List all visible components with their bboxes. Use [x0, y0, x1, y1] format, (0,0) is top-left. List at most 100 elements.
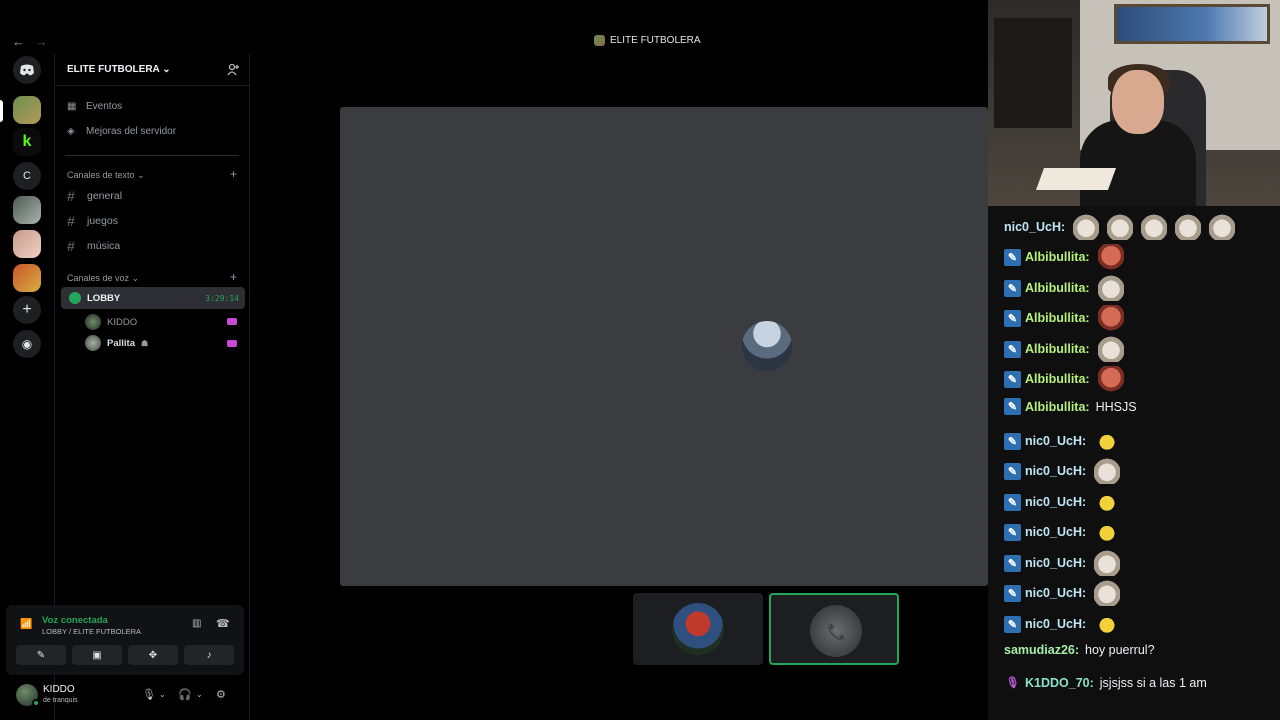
chat-username[interactable]: nic0_UcH:	[1025, 464, 1086, 478]
face-emote-icon	[1097, 366, 1124, 392]
camera-off-button[interactable]: ✎	[16, 645, 66, 665]
cat-emote-icon	[1209, 214, 1236, 240]
chat-username[interactable]: nic0_UcH:	[1025, 617, 1086, 631]
chat-username[interactable]: samudiaz26:	[1004, 643, 1079, 657]
voice-user-kiddo[interactable]: KIDDO	[85, 314, 137, 330]
chat-username[interactable]: Albibullita:	[1025, 250, 1090, 264]
voice-user-name: KIDDO	[107, 316, 138, 328]
chevron-down-icon[interactable]: ⌄	[196, 690, 203, 699]
chat-username[interactable]: Albibullita:	[1025, 372, 1090, 386]
chat-username[interactable]: nic0_UcH:	[1025, 525, 1086, 539]
camera-off-icon: ✎	[36, 649, 46, 661]
server-boosts-link[interactable]: ◈ Mejoras del servidor	[67, 126, 176, 137]
cat-emote-icon	[1141, 214, 1168, 240]
voice-stage[interactable]	[340, 107, 988, 586]
chat-message: ✎ Albibullita:	[1004, 366, 1124, 392]
discord-home-icon[interactable]	[13, 56, 41, 84]
user-name[interactable]: KIDDO	[43, 684, 75, 695]
chat-message: ✎ nic0_UcH:	[1004, 611, 1121, 637]
voice-channel-name: LOBBY	[87, 293, 121, 304]
chat-username[interactable]: nic0_UcH:	[1025, 586, 1086, 600]
hash-icon: #	[67, 238, 75, 254]
server-name[interactable]: ELITE FUTBOLERA ⌄	[67, 64, 171, 75]
signal-icon[interactable]: 📶	[20, 619, 32, 631]
server-avatar-4[interactable]	[13, 230, 41, 258]
chevron-down-icon[interactable]: ⌄	[159, 690, 166, 699]
stream-badge-icon	[227, 318, 237, 325]
chat-username[interactable]: nic0_UcH:	[1025, 434, 1086, 448]
noise-suppression-icon[interactable]: ▥	[192, 618, 204, 630]
channel-musica[interactable]: # música	[67, 238, 120, 254]
chat-message: ✎ nic0_UcH:	[1004, 550, 1121, 576]
microphone-icon[interactable]: 🎙	[142, 688, 156, 701]
voice-channel-timer: 3:29:14	[205, 294, 239, 303]
cat-emote-icon	[1097, 336, 1124, 362]
voice-user-pallita[interactable]: Pallita ☗	[85, 335, 148, 351]
soundboard-button[interactable]: ♪	[184, 645, 234, 665]
chat-username[interactable]: nic0_UcH:	[1025, 556, 1086, 570]
headphones-icon[interactable]: 🎧	[178, 688, 192, 701]
speaker-icon	[69, 292, 81, 304]
chat-username[interactable]: Albibullita:	[1025, 342, 1090, 356]
participant-tile[interactable]	[633, 593, 763, 665]
activities-icon: ✥	[148, 649, 158, 661]
server-boosts-label: Mejoras del servidor	[86, 126, 177, 137]
chat-username[interactable]: K1DDO_70:	[1025, 676, 1094, 690]
server-elite-futbolera[interactable]	[13, 96, 41, 124]
face-emote-icon	[1097, 305, 1124, 331]
cat-emote-icon	[1094, 550, 1121, 576]
text-channels-category[interactable]: Canales de texto ⌄	[67, 170, 145, 181]
disconnect-icon[interactable]: ☎	[216, 617, 230, 630]
add-voice-channel-icon[interactable]: +	[230, 270, 237, 284]
moderator-badge-icon: ✎	[1004, 340, 1021, 358]
chevron-down-icon: ⌄	[131, 273, 140, 283]
chat-username[interactable]: Albibullita:	[1025, 400, 1090, 414]
events-link[interactable]: ▦ Eventos	[67, 101, 122, 112]
forward-arrow-icon[interactable]: →	[35, 34, 51, 49]
moderator-badge-icon: ✎	[1004, 279, 1021, 297]
ball-emote-icon	[1094, 489, 1121, 515]
cat-emote-icon	[1094, 458, 1121, 484]
ball-emote-icon	[1094, 519, 1121, 545]
server-avatar-3[interactable]	[13, 196, 41, 224]
channel-label: música	[87, 240, 121, 252]
chat-message: ✎ Albibullita:	[1004, 275, 1124, 301]
activities-button[interactable]: ✥	[128, 645, 178, 665]
back-arrow-icon[interactable]: ←	[12, 34, 28, 49]
server-header[interactable]: ELITE FUTBOLERA ⌄	[55, 54, 251, 86]
moderator-badge-icon: ✎	[1004, 370, 1021, 388]
voice-channel-lobby[interactable]: LOBBY 3:29:14	[61, 287, 245, 309]
channel-general[interactable]: # general	[67, 188, 122, 204]
chat-message: 🎙 K1DDO_70: jsjsjss si a las 1 am	[1004, 674, 1207, 691]
webcam-shelf	[994, 18, 1072, 128]
chevron-down-icon: ⌄	[162, 64, 171, 75]
voice-status[interactable]: Voz conectada	[42, 615, 108, 626]
voice-user-name: Pallita	[107, 337, 135, 349]
settings-gear-icon[interactable]: ⚙	[216, 688, 226, 701]
discover-icon[interactable]: ◉	[13, 330, 41, 358]
speaker-avatar[interactable]	[740, 319, 794, 373]
moderator-badge-icon: ✎	[1004, 398, 1021, 415]
server-letter-c[interactable]: C	[13, 162, 41, 190]
voice-channels-category[interactable]: Canales de voz ⌄	[67, 273, 139, 284]
participant-tile-selected[interactable]: 📞	[769, 593, 899, 665]
add-server-icon[interactable]: +	[13, 296, 41, 324]
moderator-badge-icon: ✎	[1004, 493, 1021, 511]
chat-message: ✎ nic0_UcH:	[1004, 458, 1121, 484]
ball-emote-icon	[1094, 428, 1121, 454]
hash-icon: #	[67, 188, 75, 204]
chat-username[interactable]: Albibullita:	[1025, 311, 1090, 325]
chat-username[interactable]: Albibullita:	[1025, 281, 1090, 295]
moderator-badge-icon: ✎	[1004, 554, 1021, 572]
chat-username[interactable]: nic0_UcH:	[1004, 220, 1065, 234]
channel-juegos[interactable]: # juegos	[67, 213, 118, 229]
voice-location: LOBBY / ELITE FUTBOLERA	[42, 627, 142, 636]
moderator-badge-icon: ✎	[1004, 584, 1021, 602]
add-member-icon[interactable]	[227, 63, 241, 77]
server-avatar-5[interactable]	[13, 264, 41, 292]
server-kick[interactable]: k	[13, 128, 41, 156]
screen-share-button[interactable]: ▣	[72, 645, 122, 665]
add-text-channel-icon[interactable]: +	[230, 167, 237, 181]
face-emote-icon	[1097, 244, 1124, 270]
chat-username[interactable]: nic0_UcH:	[1025, 495, 1086, 509]
